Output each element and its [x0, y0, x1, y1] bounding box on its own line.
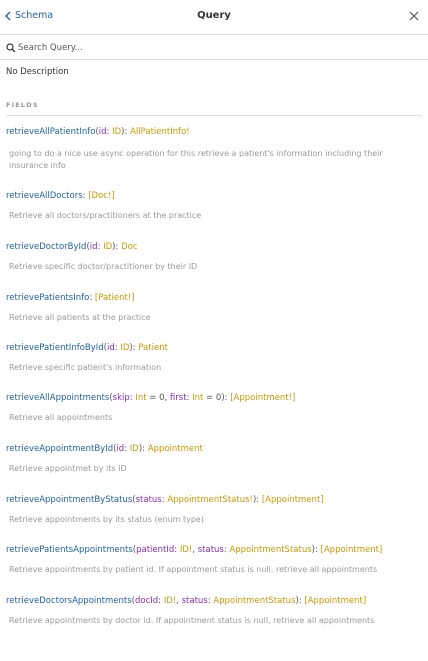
arg-type[interactable]: ID! [164, 596, 176, 606]
field-type[interactable]: [Appointment] [262, 495, 324, 505]
arg-name[interactable]: id [107, 343, 115, 353]
field-description: Retrieve all patients at the practice [9, 313, 151, 322]
field-signature[interactable]: retrievePatientsAppointments(patientId: … [6, 544, 382, 556]
search-input[interactable] [18, 40, 398, 56]
field-type[interactable]: [Doc!] [88, 191, 114, 201]
field-type[interactable]: [Appointment] [304, 596, 366, 606]
field-description: Retrieve appointmet by its ID [9, 464, 127, 473]
arg-name[interactable]: skip [113, 393, 130, 403]
field-description: Retrieve appointments by patient id. If … [9, 565, 378, 574]
field-signature[interactable]: retrieveDoctorsAppointments(docId: ID!, … [6, 595, 366, 607]
doc-explorer-header: Schema Query [0, 0, 428, 35]
field-type[interactable]: Appointment [148, 444, 203, 454]
field-description: Retrieve all appointments [9, 413, 113, 422]
field-name[interactable]: retrievePatientsInfo [6, 293, 89, 303]
search-icon [6, 43, 16, 53]
arg-type[interactable]: Int [192, 393, 203, 403]
arg-name[interactable]: first [170, 393, 187, 403]
fields-section-title: FIELDS [6, 101, 39, 109]
field-type[interactable]: Patient [138, 343, 168, 353]
field-name[interactable]: retrieveAppointmentById [6, 444, 113, 454]
arg-type[interactable]: ID [130, 444, 139, 454]
section-divider [6, 115, 422, 116]
field-signature[interactable]: retrieveAppointmentByStatus(status: Appo… [6, 494, 324, 506]
arg-name[interactable]: id [90, 242, 98, 252]
field-name[interactable]: retrievePatientsAppointments [6, 545, 133, 555]
field-signature[interactable]: retrieveAllPatientInfo(id: ID): AllPatie… [6, 126, 190, 138]
field-name[interactable]: retrieveAllAppointments [6, 393, 109, 403]
field-signature[interactable]: retrieveDoctorById(id: ID): Doc [6, 241, 138, 253]
type-description: No Description [6, 67, 69, 77]
field-description: Retrieve specific patient's information [9, 363, 162, 372]
arg-type[interactable]: ID [103, 242, 112, 252]
field-type[interactable]: AllPatientInfo! [130, 127, 190, 137]
field-signature[interactable]: retrievePatientsInfo: [Patient!] [6, 292, 135, 304]
arg-type[interactable]: ID [112, 127, 121, 137]
equals: = [203, 393, 216, 403]
equals: = [146, 393, 160, 403]
search-bar [0, 35, 428, 60]
field-signature[interactable]: retrieveAllDoctors: [Doc!] [6, 190, 115, 202]
field-name[interactable]: retrieveAllDoctors [6, 191, 83, 201]
close-button[interactable] [409, 11, 419, 21]
field-description: Retrieve appointments by its status (enu… [9, 515, 204, 524]
field-description: Retrieve specific doctor/practitioner by… [9, 262, 198, 271]
arg-name[interactable]: status [182, 596, 208, 606]
field-name[interactable]: retrieveDoctorsAppointments [6, 596, 132, 606]
field-description: Retrieve appointments by doctor id. If a… [9, 616, 375, 625]
arg-type[interactable]: AppointmentStatus [229, 545, 311, 555]
field-name[interactable]: retrieveDoctorById [6, 242, 86, 252]
field-signature[interactable]: retrieveAllAppointments(skip: Int = 0, f… [6, 392, 295, 404]
close-icon [409, 11, 419, 21]
field-description: going to do a nice use async operation f… [9, 149, 383, 170]
field-signature[interactable]: retrievePatientInfoById(id: ID): Patient [6, 342, 168, 354]
field-description: Retrieve all doctors/practitioners at th… [9, 211, 202, 220]
arg-name[interactable]: patientId [136, 545, 174, 555]
field-type[interactable]: [Appointment!] [230, 393, 295, 403]
arg-type[interactable]: ID! [180, 545, 192, 555]
arg-name[interactable]: id [99, 127, 107, 137]
field-type[interactable]: Doc [121, 242, 137, 252]
field-signature[interactable]: retrieveAppointmentById(id: ID): Appoint… [6, 443, 203, 455]
field-name[interactable]: retrievePatientInfoById [6, 343, 104, 353]
page-title: Query [197, 10, 231, 21]
field-name[interactable]: retrieveAllPatientInfo [6, 127, 95, 137]
arg-name[interactable]: status [136, 495, 162, 505]
field-name[interactable]: retrieveAppointmentByStatus [6, 495, 132, 505]
field-type[interactable]: [Patient!] [95, 293, 135, 303]
arg-type[interactable]: AppointmentStatus [213, 596, 295, 606]
arg-type[interactable]: Int [135, 393, 146, 403]
arg-name[interactable]: docId [135, 596, 158, 606]
arg-name[interactable]: status [198, 545, 224, 555]
field-type[interactable]: [Appointment] [321, 545, 383, 555]
arg-type[interactable]: AppointmentStatus! [167, 495, 253, 505]
